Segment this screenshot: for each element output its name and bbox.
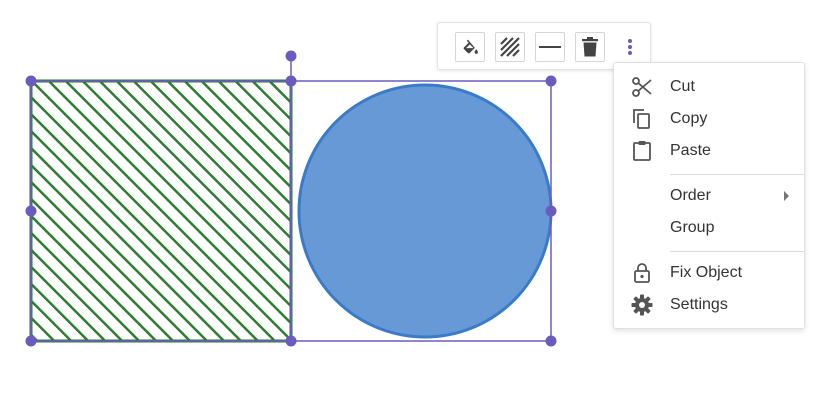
- cut-icon: [632, 77, 652, 97]
- menu-item-settings[interactable]: Settings: [614, 290, 804, 320]
- copy-icon: [633, 109, 650, 129]
- menu-item-label: Settings: [670, 296, 728, 313]
- delete-icon: [582, 37, 598, 57]
- menu-item-order[interactable]: Order: [614, 181, 804, 211]
- menu-separator: [670, 251, 804, 252]
- rotate-handle[interactable]: [285, 50, 297, 62]
- delete-button[interactable]: [575, 32, 605, 62]
- hatched-square-shape[interactable]: [29, 79, 293, 343]
- lock-icon: [634, 263, 650, 283]
- hatch-pattern-icon: [500, 37, 520, 57]
- resize-handle-bottom-middle[interactable]: [285, 335, 297, 347]
- circle-shape[interactable]: [297, 83, 553, 339]
- resize-handle-top-right[interactable]: [545, 75, 557, 87]
- paste-icon: [633, 141, 651, 161]
- submenu-arrow-icon: [784, 191, 789, 201]
- menu-item-label: Cut: [670, 78, 695, 95]
- menu-item-copy[interactable]: Copy: [614, 104, 804, 134]
- menu-item-paste[interactable]: Paste: [614, 136, 804, 166]
- line-style-icon: [539, 46, 561, 48]
- hatch-pattern-button[interactable]: [495, 32, 525, 62]
- gear-icon: [631, 294, 653, 316]
- resize-handle-middle-right[interactable]: [545, 205, 557, 217]
- menu-item-group[interactable]: Group: [614, 213, 804, 243]
- resize-handle-middle-left[interactable]: [25, 205, 37, 217]
- menu-item-cut[interactable]: Cut: [614, 72, 804, 102]
- drawing-canvas[interactable]: Cut Copy Paste Order Group Fix Object Se…: [0, 0, 822, 401]
- more-options-button[interactable]: [618, 32, 642, 62]
- more-vertical-icon: [628, 39, 632, 55]
- menu-item-label: Paste: [670, 142, 711, 159]
- menu-item-label: Group: [670, 219, 715, 236]
- menu-item-fix-object[interactable]: Fix Object: [614, 258, 804, 288]
- fill-color-button[interactable]: [455, 32, 485, 62]
- resize-handle-bottom-left[interactable]: [25, 335, 37, 347]
- context-menu: Cut Copy Paste Order Group Fix Object Se…: [613, 62, 805, 329]
- line-style-button[interactable]: [535, 32, 565, 62]
- menu-item-label: Fix Object: [670, 264, 743, 281]
- resize-handle-bottom-right[interactable]: [545, 335, 557, 347]
- resize-handle-top-left[interactable]: [25, 75, 37, 87]
- menu-item-label: Copy: [670, 110, 708, 127]
- resize-handle-top-middle[interactable]: [285, 75, 297, 87]
- fill-color-icon: [463, 39, 478, 54]
- menu-item-label: Order: [670, 187, 711, 204]
- menu-separator: [670, 174, 804, 175]
